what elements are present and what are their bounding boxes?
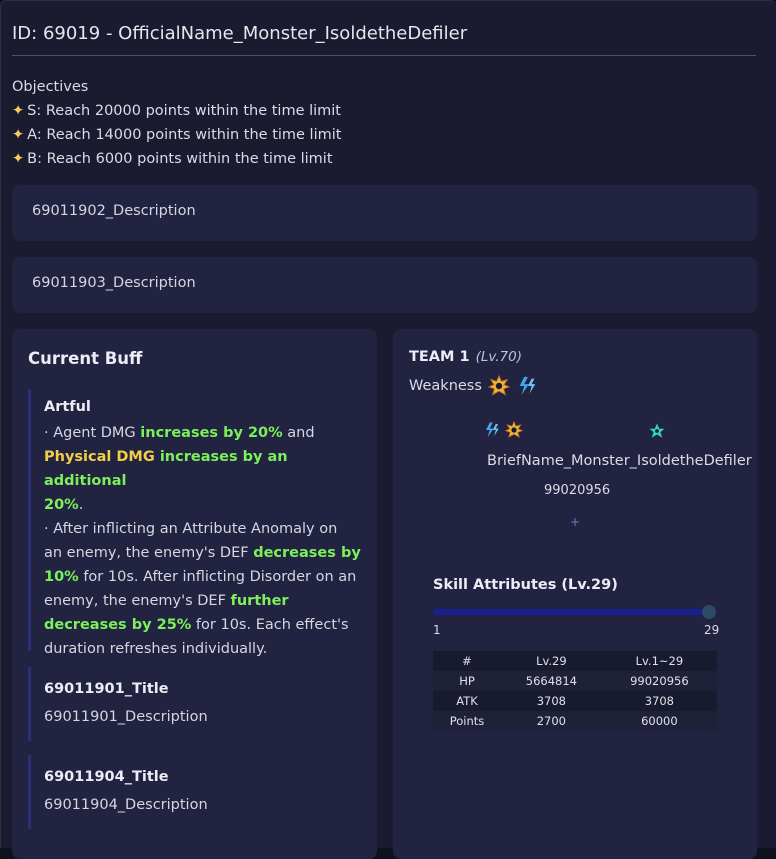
page-title: ID: 69019 - OfficialName_Monster_Isoldet…: [12, 23, 468, 44]
monster-name: BriefName_Monster_IsoldetheDefiler: [487, 453, 752, 469]
current-buff-heading: Current Buff: [28, 349, 143, 368]
electric-icon: [519, 376, 536, 396]
table-cell: 5664814: [525, 674, 577, 688]
table-header-row: # Lv.29 Lv.1~29: [433, 651, 717, 671]
buff-title: 69011904_Title: [44, 769, 169, 785]
skill-attributes-heading: Skill Attributes (Lv.29): [433, 577, 618, 593]
buff-item: 69011901_Title 69011901_Description: [28, 667, 368, 741]
skill-attributes-table: # Lv.29 Lv.1~29 HP 5664814 99020956 ATK …: [433, 651, 717, 731]
objectives-section: Objectives ✦ S: Reach 20000 points within…: [12, 75, 341, 171]
physical-icon: [487, 375, 510, 396]
table-cell: 3708: [536, 694, 567, 708]
team-label: TEAM 1: [409, 349, 470, 365]
table-cell: HP: [459, 674, 475, 688]
table-cell: Points: [449, 714, 485, 728]
column-header: Lv.29: [536, 654, 567, 668]
buff-description: 69011901_Description: [44, 709, 208, 725]
table-cell: 2700: [536, 714, 567, 728]
slider-fill: [433, 609, 709, 615]
title-divider: [12, 55, 756, 56]
slider-thumb[interactable]: [702, 605, 716, 619]
current-buff-card: Current Buff Artful · Agent DMG increase…: [12, 329, 377, 859]
table-row: Points 2700 60000: [433, 711, 717, 731]
monster-icons: [483, 421, 523, 439]
objectives-heading: Objectives: [12, 79, 89, 95]
buff-title: 69011901_Title: [44, 681, 169, 697]
sparkle-icon: ✦: [12, 151, 25, 167]
team-card: TEAM 1 (Lv.70) Weakness BriefName_Monste…: [393, 329, 757, 859]
buff-title: Artful: [44, 399, 91, 415]
electric-icon: [486, 422, 499, 438]
table-cell: 60000: [641, 714, 678, 728]
table-row: ATK 3708 3708: [433, 691, 717, 711]
page-frame: ID: 69019 - OfficialName_Monster_Isoldet…: [0, 0, 776, 859]
table-row: HP 5664814 99020956: [433, 671, 717, 691]
team-header: TEAM 1 (Lv.70): [409, 349, 522, 365]
expand-button[interactable]: +: [570, 515, 580, 529]
objective-item: ✦ B: Reach 6000 points within the time li…: [12, 151, 333, 167]
buff-item: 69011904_Title 69011904_Description: [28, 755, 368, 829]
table-cell: 3708: [644, 694, 675, 708]
monster-ether-icon-wrap: [648, 422, 666, 444]
sparkle-icon: ✦: [12, 103, 25, 119]
monster-hp: 99020956: [544, 483, 611, 498]
buff-description: · Agent DMG increases by 20% and Physica…: [44, 425, 361, 657]
objective-item: ✦ S: Reach 20000 points within the time l…: [12, 103, 341, 119]
table-cell: ATK: [456, 694, 478, 708]
level-slider[interactable]: [433, 605, 716, 619]
description-panel: 69011902_Description: [12, 185, 757, 241]
description-panel: 69011903_Description: [12, 257, 757, 313]
table-cell: 99020956: [630, 674, 689, 688]
sparkle-icon: ✦: [12, 127, 25, 143]
slider-min-label: 1: [433, 623, 441, 637]
slider-max-label: 29: [704, 623, 720, 637]
column-header: Lv.1~29: [635, 654, 684, 668]
weakness-label: Weakness: [409, 378, 482, 394]
column-header: #: [462, 654, 472, 668]
ether-icon: [649, 423, 665, 438]
team-level: (Lv.70): [475, 349, 523, 365]
physical-icon: [505, 421, 523, 438]
objective-item: ✦ A: Reach 14000 points within the time l…: [12, 127, 342, 143]
buff-item-artful: Artful · Agent DMG increases by 20% and …: [28, 389, 368, 657]
weakness-row: Weakness: [409, 375, 538, 397]
buff-description: 69011904_Description: [44, 797, 208, 813]
